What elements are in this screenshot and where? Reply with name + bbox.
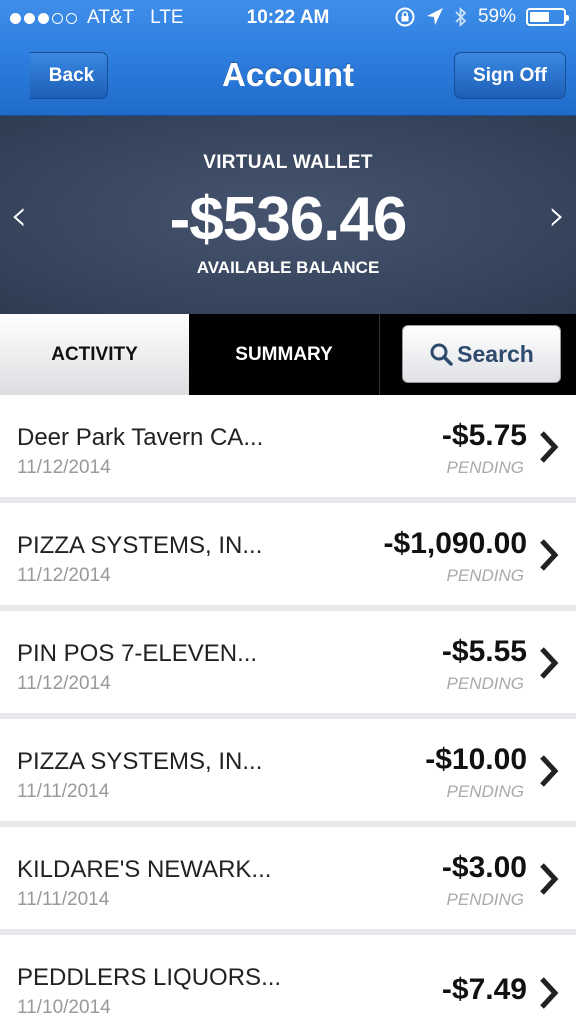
transaction-name: KILDARE'S NEWARK... xyxy=(17,856,272,883)
transaction-row[interactable]: PEDDLERS LIQUORS... 11/10/2014 -$7.49 xyxy=(0,935,576,1024)
transaction-list: Deer Park Tavern CA... 11/12/2014 -$5.75… xyxy=(0,395,576,1024)
transaction-date: 11/12/2014 xyxy=(17,457,111,478)
search-button-label: Search xyxy=(457,340,534,367)
transaction-status: PENDING xyxy=(446,782,524,801)
transaction-amount: -$3.00 xyxy=(441,851,527,884)
transaction-date: 11/11/2014 xyxy=(17,889,110,910)
transaction-amount: -$1,090.00 xyxy=(383,527,527,560)
transaction-row[interactable]: PIN POS 7-ELEVEN... 11/12/2014 -$5.55 PE… xyxy=(0,611,576,719)
next-account-chevron-icon[interactable]: › xyxy=(548,190,566,241)
tab-activity[interactable]: ACTIVITY xyxy=(0,314,189,395)
transaction-name: PIN POS 7-ELEVEN... xyxy=(17,640,258,667)
search-button[interactable]: Search xyxy=(402,325,561,383)
transaction-status: PENDING xyxy=(446,458,524,477)
balance-caption: AVAILABLE BALANCE xyxy=(196,258,380,277)
chevron-right-icon xyxy=(540,755,559,787)
transaction-date: 11/12/2014 xyxy=(17,565,111,586)
top-bar: AT&T LTE 10:22 AM 59% Back Account Sign … xyxy=(0,0,576,116)
transaction-row[interactable]: KILDARE'S NEWARK... 11/11/2014 -$3.00 PE… xyxy=(0,827,576,935)
transaction-amount: -$7.49 xyxy=(441,973,527,1006)
battery-percent: 59% xyxy=(477,6,516,27)
back-button-label: Back xyxy=(48,64,95,86)
chevron-right-icon xyxy=(540,977,559,1009)
transaction-amount: -$5.75 xyxy=(441,419,527,452)
status-right: 59% xyxy=(394,6,569,28)
balance-amount: -$536.46 xyxy=(169,185,408,254)
transaction-date: 11/11/2014 xyxy=(17,781,110,802)
transaction-row[interactable]: Deer Park Tavern CA... 11/12/2014 -$5.75… xyxy=(0,395,576,503)
balance-panel: ‹ VIRTUAL WALLET -$536.46 AVAILABLE BALA… xyxy=(0,116,576,314)
chevron-right-icon xyxy=(540,539,559,571)
transaction-name: PIZZA SYSTEMS, IN... xyxy=(17,532,263,559)
transaction-amount: -$5.55 xyxy=(441,635,527,668)
chevron-right-icon xyxy=(540,647,559,679)
account-name: VIRTUAL WALLET xyxy=(203,152,373,173)
chevron-right-icon xyxy=(540,863,559,895)
rotation-lock-icon xyxy=(395,7,415,27)
bluetooth-icon xyxy=(455,6,467,28)
transaction-status: PENDING xyxy=(446,674,524,693)
search-icon xyxy=(430,343,453,366)
transaction-name: Deer Park Tavern CA... xyxy=(17,424,264,451)
transaction-date: 11/10/2014 xyxy=(17,997,111,1018)
transaction-name: PEDDLERS LIQUORS... xyxy=(17,964,282,991)
sign-off-button[interactable]: Sign Off xyxy=(454,52,566,99)
battery-fill xyxy=(530,12,549,22)
transaction-status: PENDING xyxy=(446,890,524,909)
tab-bar: ACTIVITY SUMMARY Search xyxy=(0,314,576,395)
chevron-right-icon xyxy=(540,431,559,463)
transaction-amount: -$10.00 xyxy=(425,743,527,776)
transaction-row[interactable]: PIZZA SYSTEMS, IN... 11/11/2014 -$10.00 … xyxy=(0,719,576,827)
status-bar: AT&T LTE 10:22 AM 59% xyxy=(0,0,576,38)
transaction-status: PENDING xyxy=(446,566,524,585)
transaction-name: PIZZA SYSTEMS, IN... xyxy=(17,748,263,775)
battery-icon xyxy=(526,8,569,26)
transaction-row[interactable]: PIZZA SYSTEMS, IN... 11/12/2014 -$1,090.… xyxy=(0,503,576,611)
tab-summary[interactable]: SUMMARY xyxy=(189,314,380,395)
transaction-date: 11/12/2014 xyxy=(17,673,111,694)
location-arrow-icon xyxy=(426,8,443,25)
